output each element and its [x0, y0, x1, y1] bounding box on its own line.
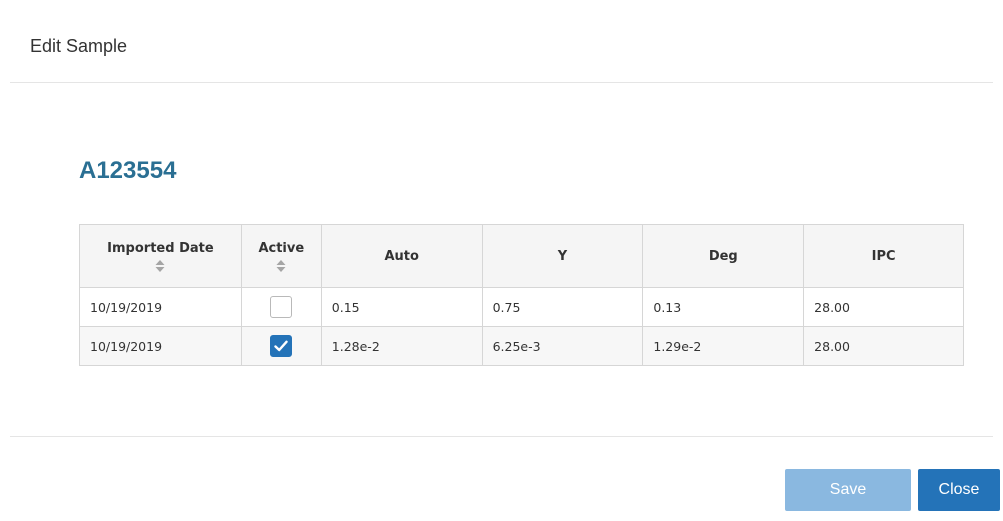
active-checkbox[interactable]	[270, 296, 293, 318]
column-header-deg: Deg	[642, 224, 805, 288]
save-button[interactable]: Save	[785, 469, 911, 511]
column-label: Auto	[384, 248, 419, 264]
sort-icon[interactable]	[155, 259, 165, 272]
cell-deg: 1.29e-2	[642, 326, 805, 366]
samples-table: Imported Date Active Auto Y Deg IPC 10/1…	[79, 224, 964, 366]
table-row: 10/19/2019 1.28e-2 6.25e-3 1.29e-2 28.00	[79, 326, 964, 366]
column-label: Imported Date	[107, 240, 214, 256]
column-header-ipc: IPC	[803, 224, 964, 288]
cell-y: 6.25e-3	[481, 326, 644, 366]
column-label: Deg	[708, 248, 738, 264]
cell-ipc: 28.00	[803, 287, 964, 327]
modal-header: Edit Sample	[10, 0, 993, 83]
sort-icon[interactable]	[276, 259, 286, 272]
cell-y: 0.75	[481, 287, 644, 327]
close-button[interactable]: Close	[918, 469, 1000, 511]
column-label: Active	[258, 240, 305, 256]
cell-active	[240, 287, 322, 327]
cell-imported-date: 10/19/2019	[79, 287, 242, 327]
column-header-imported-date[interactable]: Imported Date	[79, 224, 242, 288]
table-row: 10/19/2019 0.15 0.75 0.13 28.00	[79, 287, 964, 327]
check-icon	[274, 340, 289, 352]
modal-footer-divider	[10, 436, 993, 437]
column-label: Y	[557, 248, 568, 264]
active-checkbox[interactable]	[270, 335, 293, 357]
cell-ipc: 28.00	[803, 326, 964, 366]
sample-id-heading: A123554	[79, 157, 177, 184]
cell-auto: 1.28e-2	[320, 326, 483, 366]
column-header-y: Y	[481, 224, 644, 288]
column-header-active[interactable]: Active	[240, 224, 322, 288]
modal-title: Edit Sample	[30, 36, 128, 56]
cell-active	[240, 326, 322, 366]
cell-auto: 0.15	[320, 287, 483, 327]
column-header-auto: Auto	[320, 224, 483, 288]
cell-imported-date: 10/19/2019	[79, 326, 242, 366]
table-header-row: Imported Date Active Auto Y Deg IPC	[79, 224, 964, 288]
cell-deg: 0.13	[642, 287, 805, 327]
column-label: IPC	[871, 248, 896, 264]
